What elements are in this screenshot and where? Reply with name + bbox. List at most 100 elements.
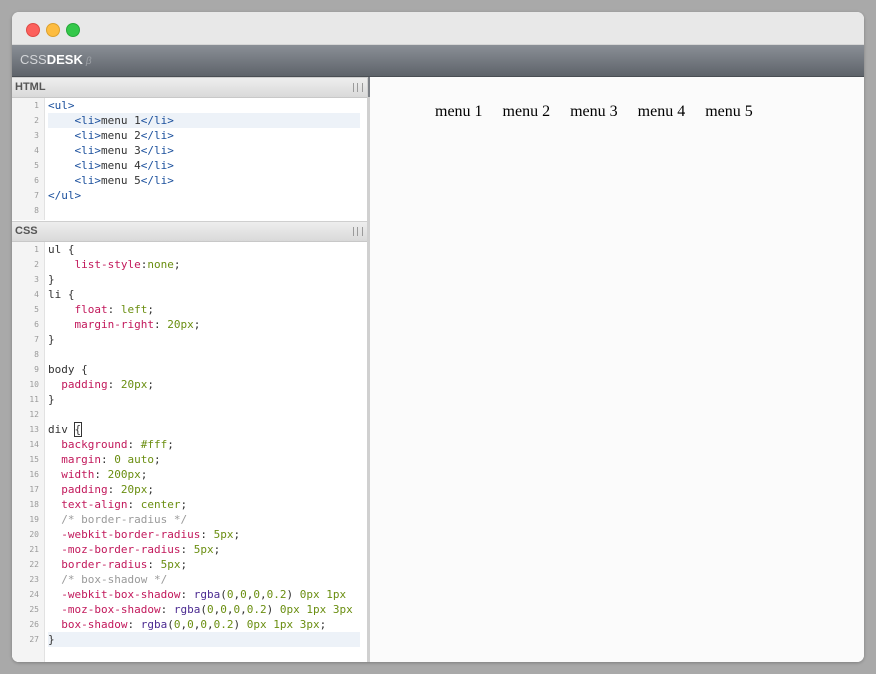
css-code-editor[interactable]: 1 ul {2 list-style:none; 3} 4 li {5 float: l…: [12, 242, 367, 662]
logo-css-text: CSS: [20, 52, 47, 67]
code-line[interactable]: 27}: [12, 632, 367, 647]
code-token: ): [266, 603, 280, 616]
resize-grip-icon[interactable]: [353, 227, 363, 236]
code-line[interactable]: 3 <li>menu 2</li>: [12, 128, 367, 143]
code-token: rgba: [193, 588, 221, 601]
code-line[interactable]: 9 body {: [12, 362, 367, 377]
line-number: 20: [29, 530, 39, 539]
html-code-editor[interactable]: 1 <ul> 2 <li>menu 1</li> 3 <li>menu 2</li> 4…: [12, 98, 367, 220]
code-line[interactable]: 8: [12, 203, 367, 218]
code-line[interactable]: 1 ul {: [12, 242, 367, 257]
code-token: /* box-shadow */: [61, 573, 168, 586]
code-token: list-style: [74, 258, 141, 271]
line-number: 1: [34, 245, 39, 254]
code-token: </ul>: [48, 189, 82, 202]
code-line[interactable]: 5 float: left;: [12, 302, 367, 317]
line-number: 21: [29, 545, 39, 554]
code-line[interactable]: 6 margin-right: 20px;: [12, 317, 367, 332]
code-token: padding: [61, 483, 108, 496]
code-line[interactable]: 7 </ul>: [12, 188, 367, 203]
app-window: CSSDESK β HTML 1 <ul> 2 <li>menu 1</li> 3 <l…: [12, 12, 864, 662]
code-line[interactable]: 3}: [12, 272, 367, 287]
code-token: <li>: [74, 114, 102, 127]
code-token: </li>: [140, 174, 174, 187]
code-text: text-align: center;: [48, 497, 360, 512]
code-line[interactable]: 16 width: 200px;: [12, 467, 367, 482]
line-number: 15: [29, 455, 39, 464]
code-line[interactable]: 2 list-style:none;: [12, 257, 367, 272]
code-line[interactable]: 23 /* box-shadow */: [12, 572, 367, 587]
code-text: <li>menu 3</li>: [48, 143, 360, 158]
code-line[interactable]: 22 border-radius: 5px;: [12, 557, 367, 572]
code-token: ): [233, 618, 247, 631]
code-line[interactable]: 4 li {: [12, 287, 367, 302]
code-line[interactable]: 14 background: #fff;: [12, 437, 367, 452]
code-token: body {: [48, 363, 88, 376]
code-token: 5px: [193, 543, 214, 556]
code-line[interactable]: 13 div {: [12, 422, 367, 437]
line-number: 11: [29, 395, 39, 404]
code-token: <ul>: [48, 99, 75, 112]
code-line[interactable]: 21 -moz-border-radius: 5px;: [12, 542, 367, 557]
code-line[interactable]: 7}: [12, 332, 367, 347]
code-text: float: left;: [48, 302, 360, 317]
code-line[interactable]: 8: [12, 347, 367, 362]
code-token: 1px: [326, 588, 347, 601]
code-token: ;: [319, 618, 327, 631]
code-token: ;: [180, 498, 188, 511]
app-toolbar: CSSDESK β: [12, 45, 864, 77]
code-token: margin-right: [74, 318, 154, 331]
code-line[interactable]: 1 <ul>: [12, 98, 367, 113]
code-line[interactable]: 12: [12, 407, 367, 422]
code-token: -webkit-box-shadow: [61, 588, 181, 601]
code-token: <li>: [74, 144, 102, 157]
code-line[interactable]: 11}: [12, 392, 367, 407]
code-token: :: [127, 438, 141, 451]
code-token: li {: [48, 288, 75, 301]
code-line[interactable]: 10 padding: 20px;: [12, 377, 367, 392]
code-token: 0.2: [246, 603, 267, 616]
code-line[interactable]: 6 <li>menu 5</li>: [12, 173, 367, 188]
code-token: ;: [167, 438, 174, 451]
line-number: 25: [29, 605, 39, 614]
cssdesk-logo[interactable]: CSSDESK β: [20, 52, 92, 70]
code-token: 20px: [120, 483, 148, 496]
zoom-window-button[interactable]: [66, 23, 80, 37]
code-line[interactable]: 5 <li>menu 4</li>: [12, 158, 367, 173]
code-token: ;: [147, 303, 154, 316]
code-token: }: [48, 273, 55, 286]
code-token: menu 2: [101, 129, 141, 142]
code-token: 3px: [332, 603, 353, 616]
resize-grip-icon[interactable]: [353, 83, 363, 92]
preview-menu-list: menu 1 menu 2 menu 3 menu 4 menu 5: [435, 103, 773, 121]
minimize-window-button[interactable]: [46, 23, 60, 37]
code-line[interactable]: 4 <li>menu 3</li>: [12, 143, 367, 158]
code-line[interactable]: 15 margin: 0 auto;: [12, 452, 367, 467]
close-window-button[interactable]: [26, 23, 40, 37]
code-token: ;: [213, 543, 221, 556]
code-token: ul {: [48, 243, 75, 256]
code-line[interactable]: 19 /* border-radius */: [12, 512, 367, 527]
code-token: 0px: [299, 588, 320, 601]
code-line[interactable]: 17 padding: 20px;: [12, 482, 367, 497]
code-line[interactable]: 2 <li>menu 1</li>: [12, 113, 367, 128]
code-line[interactable]: 20 -webkit-border-radius: 5px;: [12, 527, 367, 542]
code-line[interactable]: 24 -webkit-box-shadow: rgba(0,0,0,0.2) 0…: [12, 587, 367, 602]
code-text: body {: [48, 362, 360, 377]
line-number: 18: [29, 500, 39, 509]
code-token: background: [61, 438, 128, 451]
code-line[interactable]: 26 box-shadow: rgba(0,0,0,0.2) 0px 1px 3…: [12, 617, 367, 632]
code-line[interactable]: 25 -moz-box-shadow: rgba(0,0,0,0.2) 0px …: [12, 602, 367, 617]
code-line[interactable]: 18 text-align: center;: [12, 497, 367, 512]
code-token: -webkit-border-radius: [61, 528, 201, 541]
line-number: 12: [29, 410, 39, 419]
code-token: </li>: [140, 144, 174, 157]
code-token: }: [48, 633, 55, 646]
